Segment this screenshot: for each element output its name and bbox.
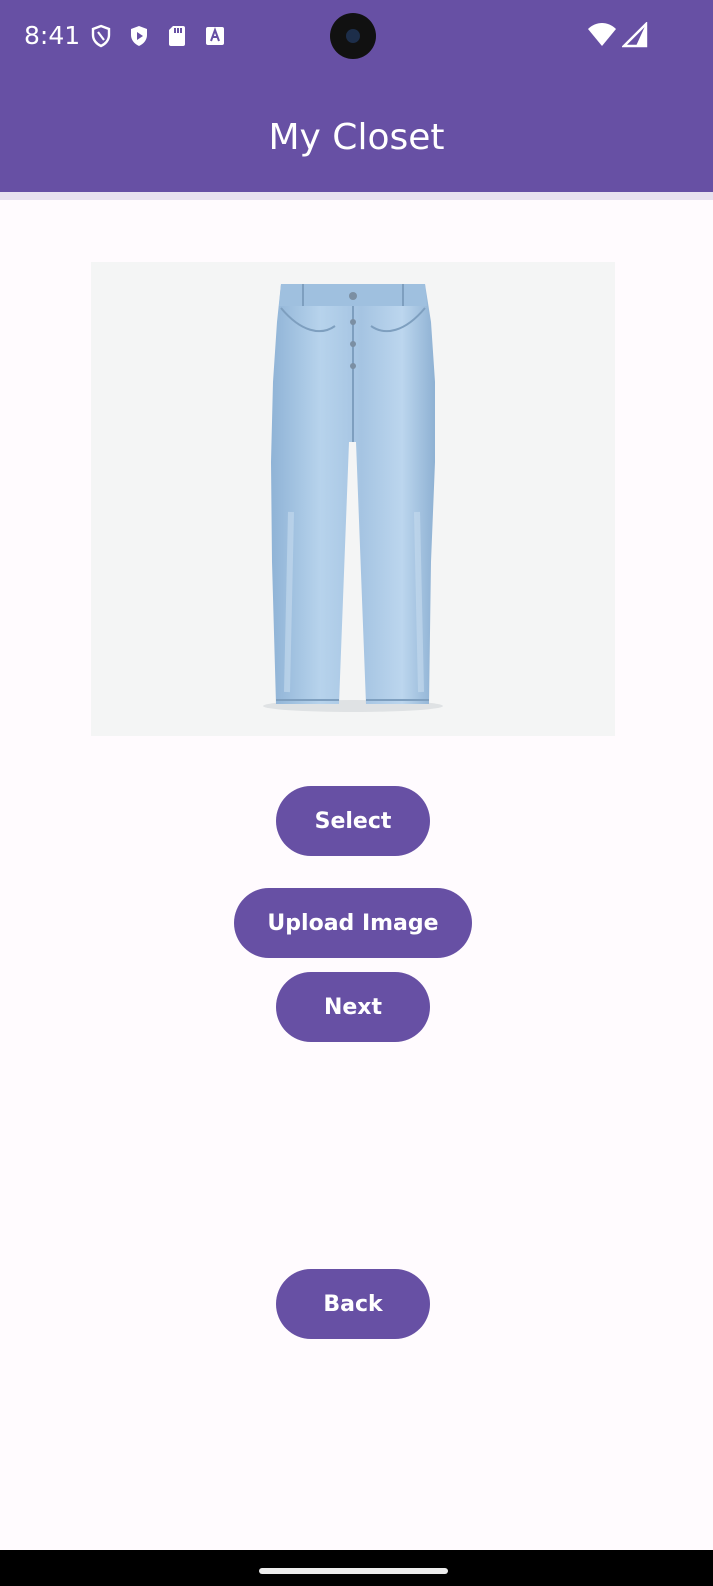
- garment-image: [91, 262, 615, 736]
- jeans-illustration: [263, 284, 443, 712]
- play-protect-icon: [127, 24, 151, 48]
- status-icons-left: [89, 22, 227, 50]
- status-icons-right: [587, 21, 648, 48]
- page-title: My Closet: [268, 117, 445, 158]
- keyboard-a-icon: [203, 24, 227, 48]
- next-button[interactable]: Next: [276, 972, 430, 1042]
- back-button[interactable]: Back: [276, 1269, 430, 1339]
- app-bar: 8:41 My Closet: [0, 0, 713, 192]
- camera-cutout: [330, 13, 376, 59]
- cellular-signal-icon: [621, 21, 648, 48]
- status-time: 8:41: [24, 21, 81, 50]
- upload-image-button[interactable]: Upload Image: [234, 888, 472, 958]
- select-button[interactable]: Select: [276, 786, 430, 856]
- home-indicator[interactable]: [259, 1568, 448, 1574]
- status-bar: 8:41: [0, 0, 713, 72]
- app-bar-divider: [0, 192, 713, 200]
- sd-card-icon: [165, 24, 189, 48]
- shield-icon: [89, 24, 113, 48]
- wifi-icon: [587, 22, 617, 48]
